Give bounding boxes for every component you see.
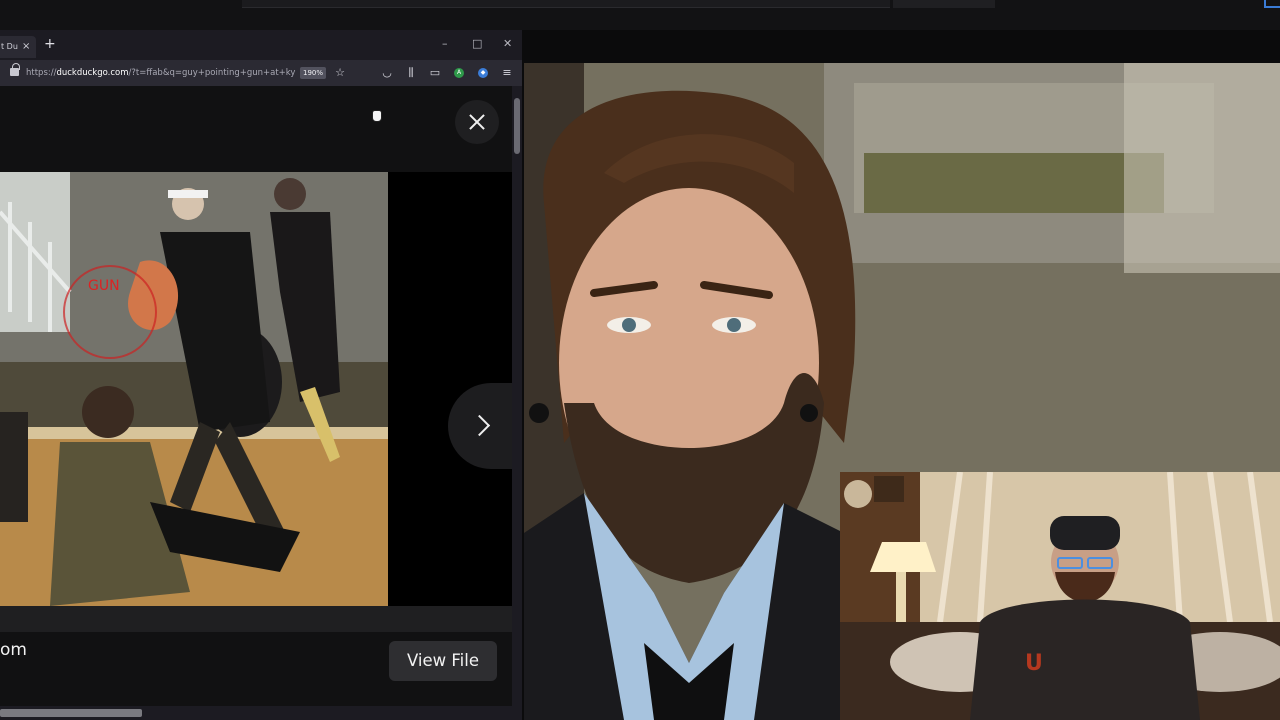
address-bar[interactable]: https://duckduckgo.com/?t=ffab&q=guy+poi… <box>26 66 296 80</box>
extension-icon[interactable]: A <box>454 68 464 78</box>
browser-window: t Du × + – □ ✕ https://duckduckgo.com/?t… <box>0 30 522 720</box>
vertical-scrollbar[interactable] <box>512 86 522 706</box>
library-icon[interactable]: ⫼ <box>404 65 418 81</box>
photo-annotation: GUN <box>88 278 120 294</box>
horizontal-scrollbar[interactable] <box>0 706 512 720</box>
close-window-button[interactable]: ✕ <box>503 36 512 52</box>
svg-text:U: U <box>1025 651 1043 676</box>
horizontal-scroll-thumb[interactable] <box>0 709 142 717</box>
navigation-toolbar: https://duckduckgo.com/?t=ffab&q=guy+poi… <box>0 60 522 86</box>
url-prefix: https:// <box>26 68 57 78</box>
caption-strip <box>0 606 512 632</box>
view-file-button[interactable]: View File <box>389 641 497 681</box>
screen: t Du × + – □ ✕ https://duckduckgo.com/?t… <box>0 0 1280 720</box>
pocket-icon[interactable]: ◡ <box>380 65 394 81</box>
url-domain: duckduckgo.com <box>56 68 129 78</box>
tab-close-icon[interactable]: × <box>22 36 30 58</box>
extension-icon[interactable]: ◆ <box>478 68 488 78</box>
url-path: /?t=ffab&q=guy+pointing+gun+at+kyle <box>128 68 296 78</box>
minimize-button[interactable]: – <box>442 36 448 52</box>
photo-scene: GUN <box>0 172 388 606</box>
tab-title: t Du <box>1 42 18 51</box>
tab-bar: t Du × + – □ ✕ <box>0 30 522 60</box>
menu-icon[interactable]: ≡ <box>500 65 514 81</box>
source-domain-text[interactable]: om <box>0 640 27 660</box>
top-accent-corner <box>1264 0 1280 8</box>
reader-view-icon[interactable]: ▭ <box>428 65 442 81</box>
top-bar-button[interactable] <box>893 0 995 8</box>
new-tab-button[interactable]: + <box>44 36 56 52</box>
maximize-button[interactable]: □ <box>472 36 482 52</box>
search-result-photo[interactable]: GUN <box>0 172 388 606</box>
top-bar-field[interactable] <box>242 0 890 8</box>
zoom-indicator[interactable]: 190% <box>300 67 326 79</box>
star-icon[interactable]: ☆ <box>333 65 347 81</box>
top-app-strip <box>0 0 1280 30</box>
webcam-frame: U <box>840 472 1280 720</box>
image-viewer: GUN om View File <box>0 86 512 706</box>
browser-tab[interactable]: t Du × <box>0 36 36 58</box>
webcam-overlay: U <box>840 472 1280 720</box>
close-viewer-button[interactable] <box>455 100 499 144</box>
hand-cursor-icon <box>372 110 382 122</box>
lock-icon[interactable] <box>10 63 20 76</box>
vertical-scroll-thumb[interactable] <box>514 98 520 154</box>
